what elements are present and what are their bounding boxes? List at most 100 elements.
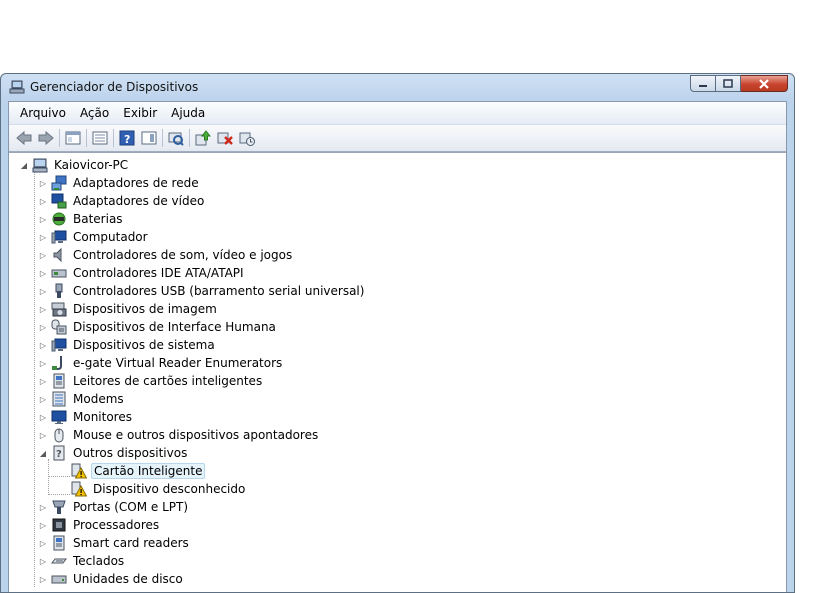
tree-root-label: Kaiovicor-PC [54, 158, 129, 172]
menu-arquivo[interactable]: Arquivo [13, 106, 73, 120]
toolbar-separator [59, 129, 60, 147]
tree-category-label: Smart card readers [73, 536, 189, 550]
expand-arrow-icon[interactable]: ▷ [38, 574, 48, 584]
disable-button[interactable] [236, 128, 258, 148]
back-button[interactable] [13, 128, 35, 148]
client-area: Arquivo Ação Exibir Ajuda ? ◢ Kaiovicor-… [8, 101, 787, 592]
tree-category[interactable]: ▷ Leitores de cartões inteligentes [38, 372, 264, 390]
minimize-button[interactable] [690, 75, 716, 92]
expand-arrow-icon[interactable]: ▷ [38, 538, 48, 548]
tree-category-label: Adaptadores de vídeo [73, 194, 205, 208]
collapse-arrow-icon[interactable]: ◢ [19, 160, 29, 170]
tree-category[interactable]: ▷ Smart card readers [38, 534, 191, 552]
tree-category-label: Outros dispositivos [73, 446, 188, 460]
expand-arrow-icon[interactable]: ▷ [38, 178, 48, 188]
tree-category[interactable]: ▷ Processadores [38, 516, 161, 534]
scan-hardware-button[interactable] [165, 128, 187, 148]
tree-category[interactable]: ▷ Controladores IDE ATA/ATAPI [38, 264, 246, 282]
expand-arrow-icon[interactable]: ▷ [38, 412, 48, 422]
tree-category[interactable]: ▷ Adaptadores de rede [38, 174, 201, 192]
title-bar[interactable]: Gerenciador de Dispositivos [1, 74, 794, 100]
action-pane-icon [141, 131, 157, 145]
device-manager-icon [9, 80, 25, 94]
tree-category[interactable]: ▷ Baterias [38, 210, 125, 228]
expand-arrow-icon[interactable]: ▷ [38, 214, 48, 224]
maximize-button[interactable] [716, 75, 741, 92]
tree-category-label: Controladores USB (barramento serial uni… [73, 284, 365, 298]
window-controls [690, 75, 788, 93]
expand-arrow-icon[interactable]: ▷ [38, 430, 48, 440]
update-driver-button[interactable] [192, 128, 214, 148]
tree-category-label: Controladores de som, vídeo e jogos [73, 248, 293, 262]
tree-category[interactable]: ▷ Controladores de som, vídeo e jogos [38, 246, 294, 264]
tree-root[interactable]: ◢ Kaiovicor-PC [19, 156, 130, 174]
tree-category[interactable]: ▷ Modems [38, 390, 126, 408]
battery-icon [52, 212, 66, 226]
collapse-arrow-icon[interactable]: ◢ [38, 448, 48, 458]
device-tree[interactable]: ◢ Kaiovicor-PC ▷ Adaptadores de rede ▷ A… [9, 152, 786, 592]
menu-exibir[interactable]: Exibir [116, 106, 164, 120]
tree-category[interactable]: ▷ Teclados [38, 552, 126, 570]
expand-arrow-icon[interactable]: ▷ [38, 304, 48, 314]
forward-button[interactable] [35, 128, 57, 148]
tree-category[interactable]: ▷ Dispositivos de imagem [38, 300, 219, 318]
network-adapter-icon [51, 175, 67, 191]
tree-connector [48, 459, 49, 495]
warning-device-icon [71, 481, 87, 497]
device-list-icon [92, 131, 108, 145]
mouse-icon [54, 428, 64, 443]
action-pane-button[interactable] [138, 128, 160, 148]
expand-arrow-icon[interactable]: ▷ [38, 376, 48, 386]
tree-category[interactable]: ▷ Portas (COM e LPT) [38, 498, 190, 516]
svg-text:?: ? [56, 449, 62, 460]
expand-arrow-icon[interactable]: ▷ [38, 322, 48, 332]
back-icon [16, 130, 32, 146]
device-manager-window: Gerenciador de Dispositivos Arquivo Ação… [0, 73, 795, 593]
smartcard-reader-icon [53, 535, 65, 551]
expand-arrow-icon[interactable]: ▷ [38, 250, 48, 260]
tree-category-expanded[interactable]: ◢ ? Outros dispositivos [38, 444, 189, 462]
device-list-button[interactable] [89, 128, 111, 148]
menu-ajuda[interactable]: Ajuda [164, 106, 212, 120]
keyboard-icon [51, 558, 67, 564]
tree-category[interactable]: ▷ Controladores USB (barramento serial u… [38, 282, 366, 300]
properties-panel-button[interactable] [62, 128, 84, 148]
tree-device-item[interactable]: Cartão Inteligente [71, 462, 206, 480]
uninstall-button[interactable] [214, 128, 236, 148]
tree-category[interactable]: ▷ Monitores [38, 408, 134, 426]
expand-arrow-icon[interactable]: ▷ [38, 394, 48, 404]
tree-category-label: Dispositivos de imagem [73, 302, 217, 316]
maximize-icon [723, 79, 733, 88]
expand-arrow-icon[interactable]: ▷ [38, 286, 48, 296]
tree-category[interactable]: ▷ e-gate Virtual Reader Enumerators [38, 354, 284, 372]
speaker-icon [53, 247, 62, 263]
expand-arrow-icon[interactable]: ▷ [38, 358, 48, 368]
expand-arrow-icon[interactable]: ▷ [38, 340, 48, 350]
update-driver-icon [195, 130, 211, 146]
menu-bar: Arquivo Ação Exibir Ajuda [9, 102, 786, 125]
tree-device-item[interactable]: Dispositivo desconhecido [71, 480, 247, 498]
tree-category[interactable]: ▷ Dispositivos de sistema [38, 336, 217, 354]
svg-text:?: ? [124, 133, 130, 146]
expand-arrow-icon[interactable]: ▷ [38, 502, 48, 512]
tree-category-label: Controladores IDE ATA/ATAPI [73, 266, 244, 280]
expand-arrow-icon[interactable]: ▷ [38, 196, 48, 206]
tree-category[interactable]: ▷ Computador [38, 228, 150, 246]
tree-category-label: Adaptadores de rede [73, 176, 199, 190]
tree-category[interactable]: ▷ Mouse e outros dispositivos apontadore… [38, 426, 320, 444]
close-button[interactable] [741, 75, 788, 92]
tree-category[interactable]: ▷ Unidades de disco [38, 570, 185, 588]
expand-arrow-icon[interactable]: ▷ [38, 556, 48, 566]
tree-category[interactable]: ▷ Dispositivos de Interface Humana [38, 318, 278, 336]
tree-category[interactable]: ▷ Adaptadores de vídeo [38, 192, 206, 210]
menu-acao[interactable]: Ação [73, 106, 116, 120]
toolbar: ? [9, 125, 786, 152]
expand-arrow-icon[interactable]: ▷ [38, 268, 48, 278]
expand-arrow-icon[interactable]: ▷ [38, 520, 48, 530]
help-button[interactable]: ? [116, 128, 138, 148]
hid-icon [51, 319, 67, 335]
tree-category-label: Modems [73, 392, 124, 406]
expand-arrow-icon[interactable]: ▷ [38, 232, 48, 242]
tree-category-label: Baterias [73, 212, 123, 226]
unknown-device-icon: ? [53, 445, 65, 461]
